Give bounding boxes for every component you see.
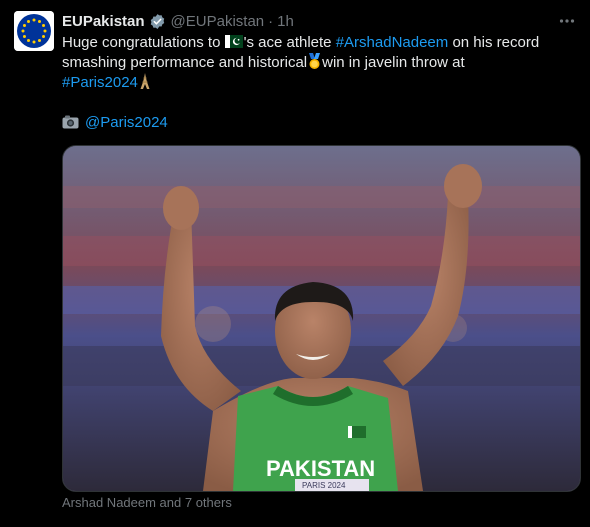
eu-star [42,24,46,27]
hashtag-paris2024[interactable]: #Paris2024 [62,74,138,91]
display-name[interactable]: EUPakistan [62,13,145,30]
eu-star [32,18,36,22]
eiffel-tower-emoji [140,73,150,89]
text-span: on his record [448,34,540,51]
tagged-people-link[interactable]: Arshad Nadeem and 7 others [62,495,232,510]
more-horizontal-icon[interactable] [556,10,578,32]
tweet-header: EUPakistan @EUPakistan · 1h [62,10,578,32]
mention-paris2024[interactable]: @Paris2024 [85,114,168,131]
pakistan-flag-emoji [224,35,243,48]
bib-text: PARIS 2024 [302,481,346,490]
camera-emoji [62,115,79,129]
avatar[interactable] [14,11,54,51]
eu-star [43,29,47,33]
eu-star [27,19,30,23]
text-span: win in javelin throw at [322,54,465,71]
tweet-text-line-1: Huge congratulations to 's ace athlete #… [62,33,572,53]
separator-dot: · [268,12,274,30]
text-span: Huge congratulations to [62,34,225,51]
tweet-text: Huge congratulations to 's ace athlete #… [62,33,572,133]
hashtag-arshadnadeem[interactable]: #ArshadNadeem [336,34,449,51]
text-span: smashing performance and historical [62,54,308,71]
text-span: 's ace athlete [243,34,336,51]
user-handle[interactable]: @EUPakistan [171,13,265,30]
eu-star [38,39,41,43]
timestamp[interactable]: 1h [277,13,294,30]
photo-credit: @Paris2024 [62,113,572,133]
eu-flag-icon [14,11,54,51]
gold-medal-emoji [309,53,321,69]
tweet-text-line-2: smashing performance and historical win i… [62,53,572,73]
eu-star [22,24,26,27]
eu-star [21,29,25,33]
eu-star [27,39,30,43]
eu-star [42,35,46,38]
tweet-card[interactable]: EUPakistan @EUPakistan · 1h Huge congrat… [0,0,590,527]
eu-star [22,35,26,38]
gray-verified-badge-icon[interactable] [149,13,166,30]
eu-star [38,19,41,23]
tweet-photo[interactable]: PAKISTAN PARIS 2024 [62,145,581,492]
athlete-celebration-image: PAKISTAN PARIS 2024 [63,146,580,491]
tweet-text-line-3: #Paris2024 [62,73,572,93]
jersey-text: PAKISTAN [266,456,375,481]
eu-star [32,40,36,44]
